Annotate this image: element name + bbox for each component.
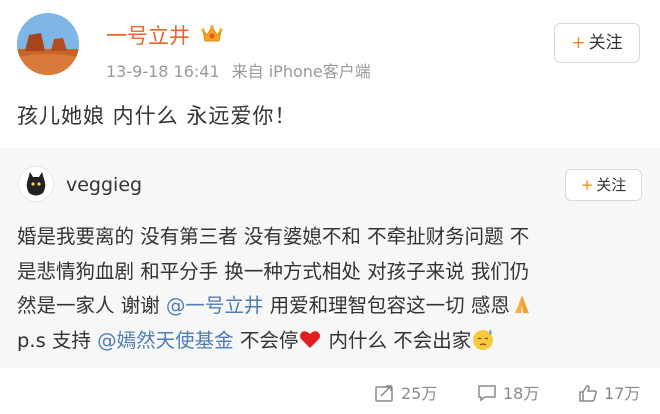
pray-emoji: [514, 295, 529, 313]
like-action[interactable]: 17万: [578, 380, 640, 404]
comment-count: 18万: [503, 384, 540, 403]
post-meta: 13-9-18 16:41 来自 iPhone客户端: [106, 58, 371, 82]
comment-icon: [478, 385, 496, 402]
repost-line-1: 婚是我要离的 没有第三者 没有婆媳不和 不牵扯财务问题 不: [17, 225, 530, 248]
mention-link[interactable]: @嫣然天使基金: [97, 329, 234, 352]
post-time: 13-9-18 16:41: [106, 62, 220, 81]
action-bar: 25万 18万 17万: [0, 368, 660, 414]
post-source[interactable]: 来自 iPhone客户端: [232, 62, 371, 81]
repost-follow-label: 关注: [596, 176, 627, 194]
plus-icon: +: [571, 33, 586, 53]
mention-link[interactable]: @一号立井: [166, 294, 264, 317]
repost-text-segment: 然是一家人 谢谢: [17, 294, 166, 317]
crown-icon[interactable]: [200, 22, 224, 46]
repost-text: 婚是我要离的 没有第三者 没有婆媳不和 不牵扯财务问题 不 是悲情狗血剧 和平分…: [17, 220, 647, 358]
follow-button[interactable]: + 关注: [554, 23, 640, 63]
repost-author-avatar[interactable]: [18, 166, 54, 202]
author-name[interactable]: 一号立井: [106, 20, 190, 50]
repost-text-segment: 内什么 不会出家: [322, 328, 472, 352]
heart-emoji: [300, 330, 321, 348]
like-count: 17万: [604, 384, 641, 403]
post-text: 孩儿她娘 内什么 永远爱你！: [17, 104, 297, 128]
black-cat-image: [19, 167, 53, 201]
repost-line-3: 然是一家人 谢谢 @一号立井 用爱和理智包容这一切 感恩: [17, 289, 647, 324]
author-avatar[interactable]: [17, 13, 79, 75]
repost-action[interactable]: 25万: [375, 380, 437, 404]
follow-label: 关注: [588, 33, 623, 53]
repost-text-segment: 用爱和理智包容这一切 感恩: [263, 294, 510, 317]
sweat-emoji: [473, 328, 494, 350]
repost-count: 25万: [401, 384, 438, 403]
repost-text-segment: 不会停: [233, 328, 299, 352]
plus-icon: +: [580, 176, 594, 194]
repost-text-segment: p.s 支持: [17, 328, 98, 352]
reposted-post[interactable]: veggieg + 关注 婚是我要离的 没有第三者 没有婆媳不和 不牵扯财务问题 …: [0, 148, 660, 368]
desert-landscape-image: [17, 13, 79, 75]
repost-line-2: 是悲情狗血剧 和平分手 换一种方式相处 对孩子来说 我们仍: [17, 259, 530, 283]
like-icon: [579, 385, 597, 402]
repost-line-4: p.s 支持 @嫣然天使基金 不会停 内什么 不会出家: [17, 324, 647, 359]
comment-action[interactable]: 18万: [477, 380, 539, 404]
repost-follow-button[interactable]: + 关注: [565, 169, 642, 201]
repost-author-name[interactable]: veggieg: [66, 174, 142, 196]
repost-icon: [375, 385, 393, 402]
weibo-post: 一号立井 13-9-18 16:41 来自 iPhone客户端 + 关注 孩儿她娘 …: [0, 0, 660, 148]
